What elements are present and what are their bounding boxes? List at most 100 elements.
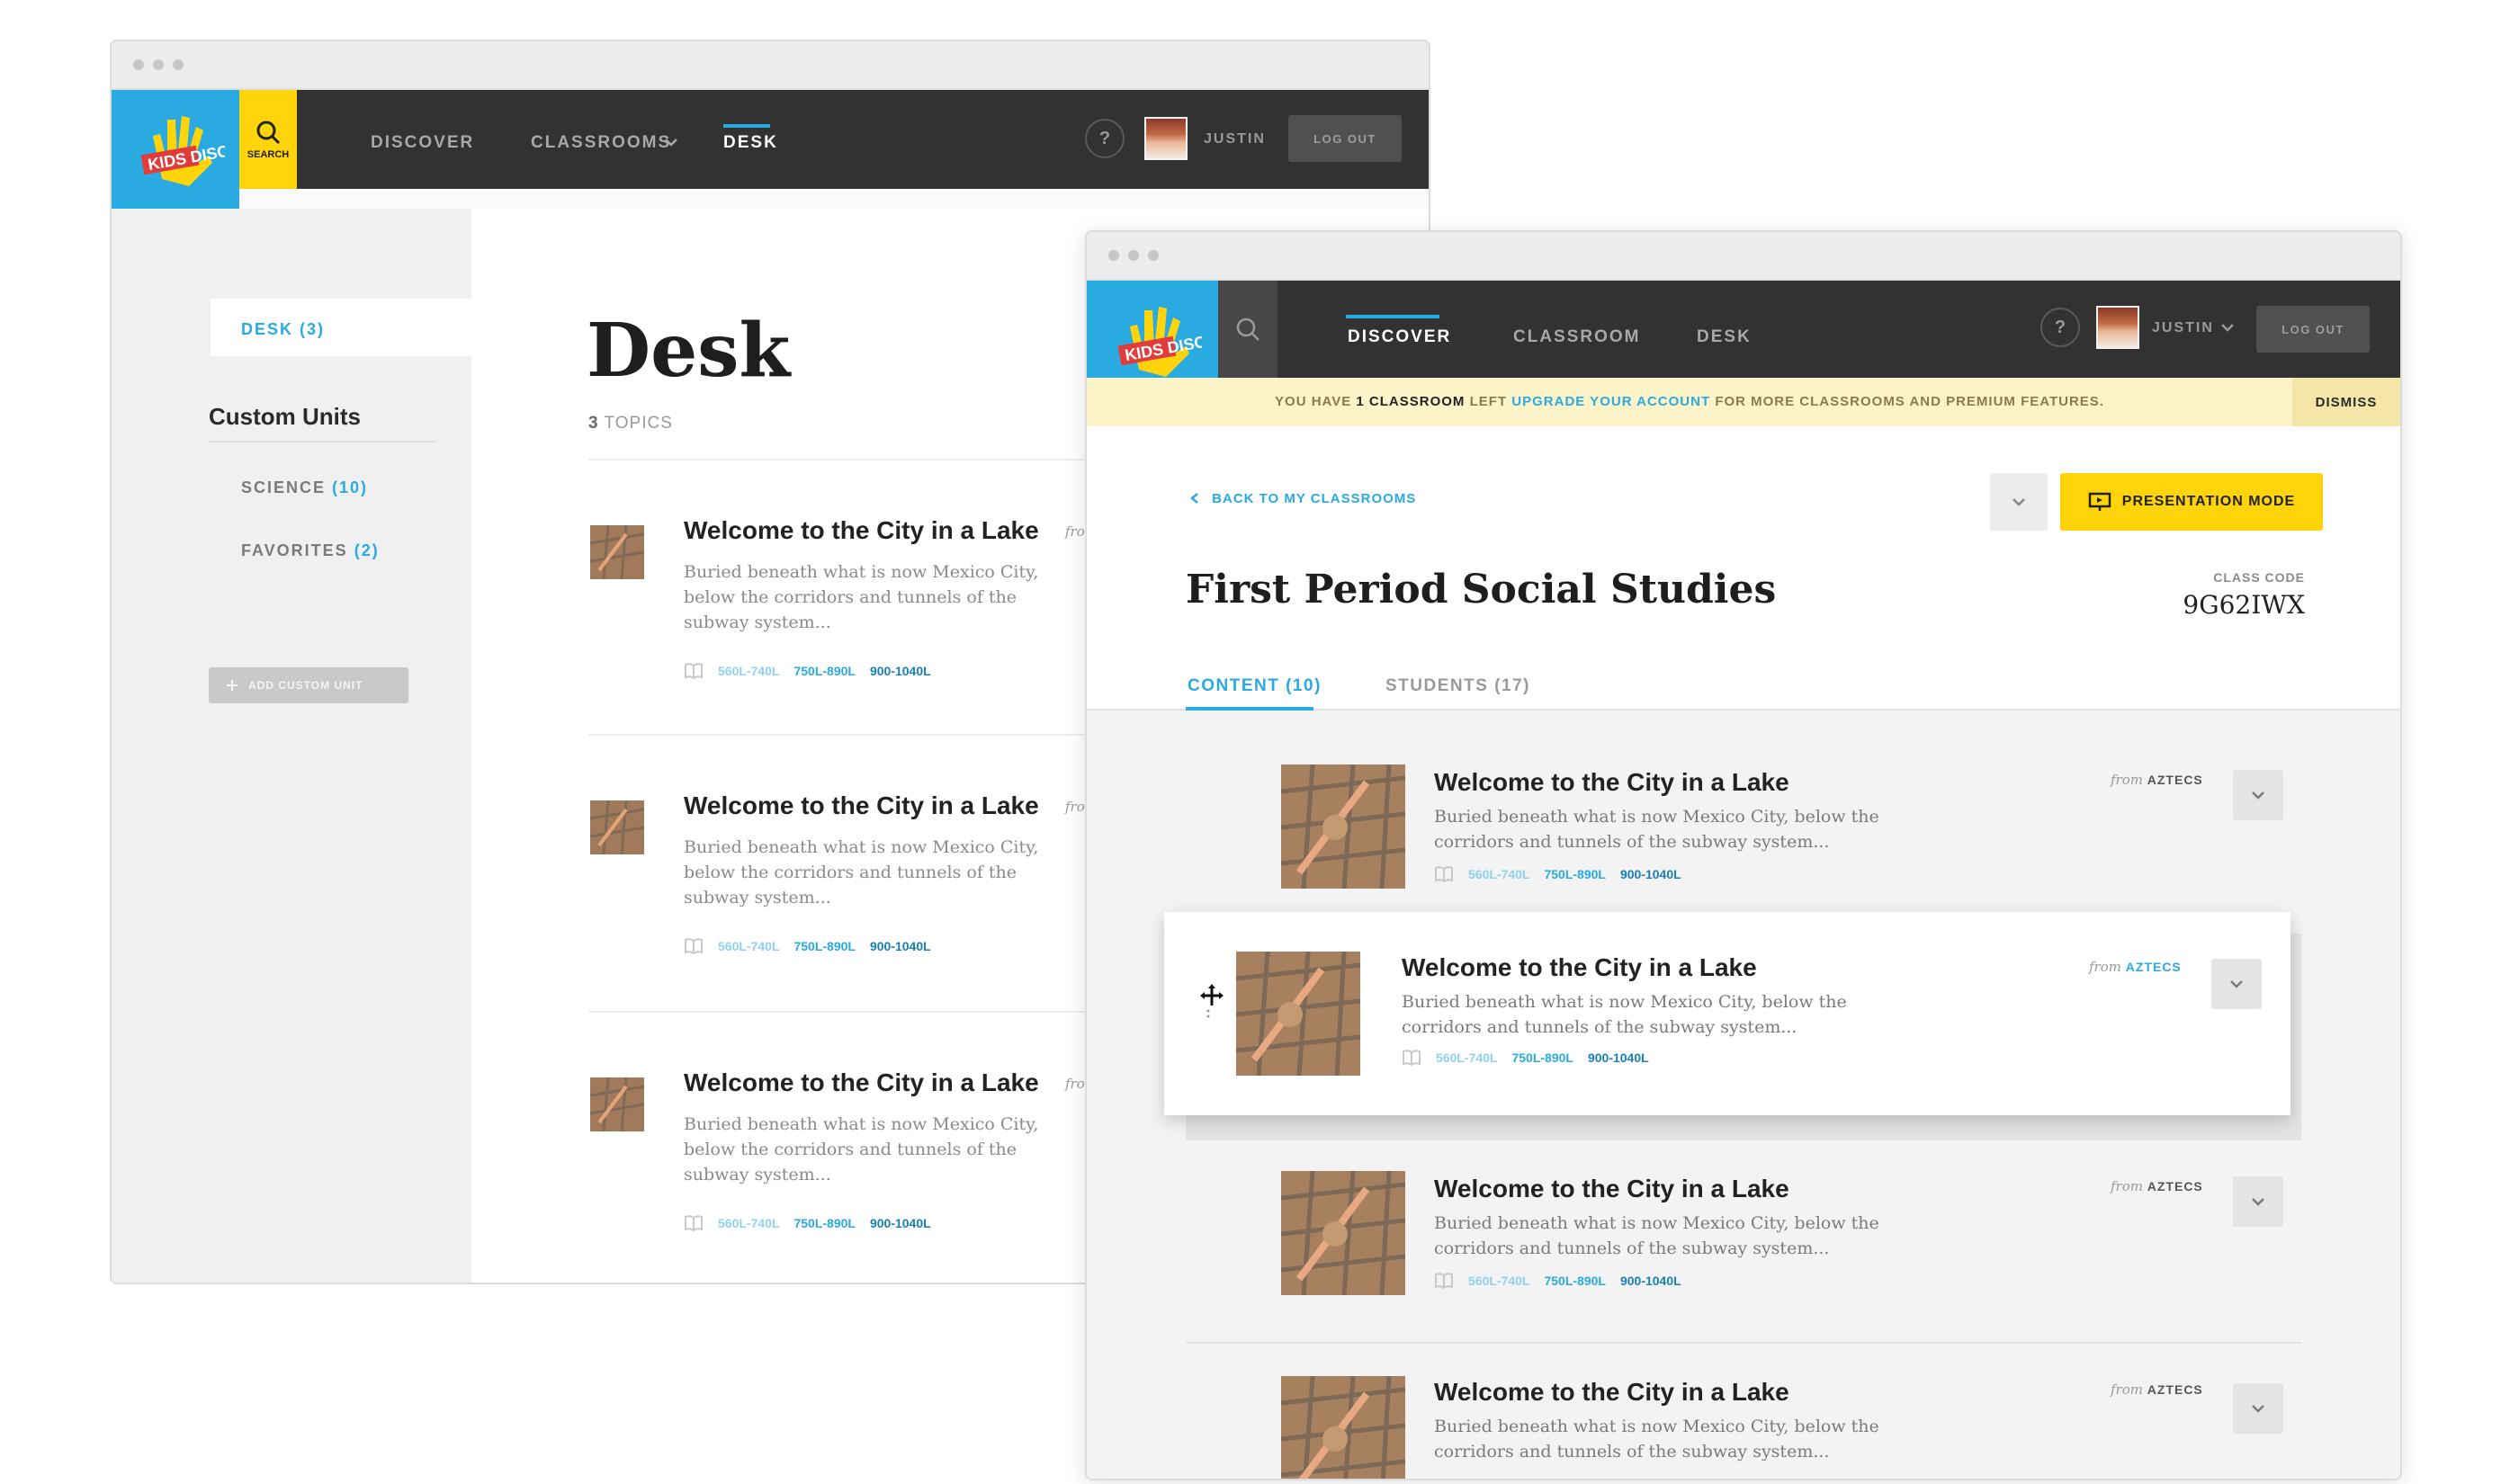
topic-thumbnail[interactable] (590, 525, 644, 579)
drag-move-icon[interactable] (1200, 984, 1224, 1020)
reading-levels: 560L-740L 750L-890L 900-1040L (1434, 865, 1681, 883)
source-link[interactable]: AZTECS (2147, 1382, 2203, 1397)
search-button[interactable]: SEARCH (239, 90, 297, 189)
sidebar-item-science[interactable]: SCIENCE (10) (241, 478, 368, 497)
dragged-list-item[interactable]: Welcome to the City in a Lake Buried ben… (1164, 912, 2290, 1115)
sidebar-item-count: (10) (332, 478, 369, 496)
level-link[interactable]: 560L-740L (1436, 1050, 1497, 1065)
topic-title[interactable]: Welcome to the City in a Lake (1434, 1378, 1789, 1407)
chevron-down-icon (2252, 791, 2264, 800)
book-icon (685, 1215, 703, 1232)
topic-title[interactable]: Welcome to the City in a Lake (1434, 1175, 1789, 1203)
level-link[interactable]: 560L-740L (718, 1216, 779, 1230)
nav-classroom[interactable]: CLASSROOM (1513, 327, 1641, 347)
topic-thumbnail[interactable] (1281, 764, 1405, 889)
logo-hand-icon: KIDS DISCOVER (1117, 307, 1202, 377)
search-button[interactable] (1218, 281, 1277, 378)
level-link[interactable]: 560L-740L (1468, 867, 1529, 881)
topic-thumbnail[interactable] (1236, 952, 1360, 1076)
window-controls[interactable] (1108, 250, 1159, 261)
level-link[interactable]: 900-1040L (1620, 867, 1681, 881)
level-link[interactable]: 560L-740L (718, 939, 779, 953)
level-link[interactable]: 900-1040L (1620, 1274, 1681, 1288)
topic-title[interactable]: Welcome to the City in a Lake (1434, 768, 1789, 797)
level-link[interactable]: 750L-890L (1511, 1050, 1573, 1065)
sidebar-item-favorites[interactable]: FAVORITES (2) (241, 541, 380, 560)
nav-discover[interactable]: DISCOVER (371, 133, 474, 153)
topic-title[interactable]: Welcome to the City in a Lake (684, 516, 1039, 545)
item-options-button[interactable] (2233, 1383, 2283, 1434)
topic-title[interactable]: Welcome to the City in a Lake (1402, 953, 1757, 982)
level-link[interactable]: 750L-890L (793, 939, 855, 953)
tab-students[interactable]: STUDENTS (17) (1385, 676, 1530, 696)
topic-description: Buried beneath what is now Mexico City, … (1402, 992, 1847, 1037)
topic-source: fro (1065, 1076, 1085, 1092)
user-name[interactable]: JUSTIN (2152, 320, 2214, 336)
topic-description: Buried beneath what is now Mexico City, … (684, 1114, 1039, 1185)
topic-thumbnail[interactable] (590, 800, 644, 854)
item-options-button[interactable] (2233, 770, 2283, 820)
topic-title[interactable]: Welcome to the City in a Lake (684, 1068, 1039, 1097)
tab-content[interactable]: CONTENT (10) (1188, 676, 1322, 696)
nav-desk[interactable]: DESK (1697, 327, 1752, 347)
chevron-down-icon[interactable] (664, 137, 678, 148)
chevron-down-icon (2230, 980, 2243, 988)
options-dropdown-button[interactable] (1990, 473, 2048, 531)
level-link[interactable]: 560L-740L (718, 664, 779, 678)
list-item[interactable]: Welcome to the City in a Lake Buried ben… (1186, 1347, 2301, 1480)
item-options-button[interactable] (2233, 1176, 2283, 1227)
source-link[interactable]: AZTECS (2147, 1179, 2203, 1193)
search-icon (256, 121, 281, 145)
nav-discover[interactable]: DISCOVER (1348, 327, 1451, 347)
help-button[interactable]: ? (2040, 308, 2080, 347)
level-link[interactable]: 900-1040L (870, 664, 931, 678)
source-link[interactable]: AZTECS (2147, 773, 2203, 787)
back-to-classrooms-link[interactable]: BACK TO MY CLASSROOMS (1189, 491, 1416, 506)
nav-classrooms[interactable]: CLASSROOMS (531, 133, 671, 153)
help-button[interactable]: ? (1085, 119, 1125, 158)
chevron-down-icon (2013, 498, 2025, 506)
source-link[interactable]: AZTECS (2126, 960, 2182, 974)
level-link[interactable]: 900-1040L (870, 1216, 931, 1230)
list-item[interactable]: Welcome to the City in a Lake Buried ben… (1186, 738, 2301, 896)
logout-button[interactable]: LOG OUT (1288, 115, 1402, 162)
item-options-button[interactable] (2211, 959, 2262, 1009)
sidebar-item-desk[interactable]: DESK (3) (211, 299, 471, 356)
class-code-label: CLASS CODE (2213, 570, 2305, 585)
kids-discover-logo[interactable]: KIDS DISCOVER (112, 90, 239, 209)
presentation-mode-button[interactable]: PRESENTATION MODE (2060, 473, 2323, 531)
content-tabs: CONTENT (10) STUDENTS (17) (1087, 664, 2400, 711)
sidebar: DESK (3) Custom Units SCIENCE (10) FAVOR… (112, 209, 471, 1283)
dismiss-button[interactable]: DISMISS (2292, 378, 2400, 426)
topic-title[interactable]: Welcome to the City in a Lake (684, 791, 1039, 820)
add-custom-unit-button[interactable]: ADD CUSTOM UNIT (209, 667, 408, 703)
nav-desk[interactable]: DESK (723, 133, 778, 153)
user-name[interactable]: JUSTIN (1204, 131, 1266, 148)
level-link[interactable]: 900-1040L (1588, 1050, 1649, 1065)
logout-button[interactable]: LOG OUT (2256, 306, 2370, 353)
avatar[interactable] (1144, 117, 1188, 160)
topic-thumbnail[interactable] (1281, 1171, 1405, 1295)
level-link[interactable]: 900-1040L (870, 939, 931, 953)
level-link[interactable]: 750L-890L (793, 664, 855, 678)
class-code: 9G62IWX (2183, 590, 2305, 620)
topic-thumbnail[interactable] (1281, 1376, 1405, 1480)
book-icon (685, 938, 703, 955)
level-link[interactable]: 750L-890L (1544, 1274, 1605, 1288)
upgrade-link[interactable]: UPGRADE YOUR ACCOUNT (1511, 394, 1710, 409)
upgrade-banner: YOU HAVE 1 CLASSROOM LEFT UPGRADE YOUR A… (1087, 378, 2400, 426)
chevron-left-icon (1190, 493, 1198, 504)
avatar[interactable] (2096, 306, 2139, 349)
chevron-down-icon[interactable] (2220, 322, 2235, 333)
topic-thumbnail[interactable] (590, 1077, 644, 1131)
window-controls[interactable] (133, 59, 184, 70)
window-chrome (112, 41, 1429, 90)
level-link[interactable]: 750L-890L (1544, 867, 1605, 881)
level-link[interactable]: 560L-740L (1468, 1274, 1529, 1288)
list-item[interactable]: Welcome to the City in a Lake Buried ben… (1186, 1140, 2301, 1344)
nav-active-indicator (1346, 315, 1439, 318)
level-link[interactable]: 750L-890L (793, 1216, 855, 1230)
topic-description: Buried beneath what is now Mexico City, … (1434, 1213, 1879, 1258)
topic-description: Buried beneath what is now Mexico City, … (684, 562, 1039, 632)
plus-icon (227, 680, 238, 691)
